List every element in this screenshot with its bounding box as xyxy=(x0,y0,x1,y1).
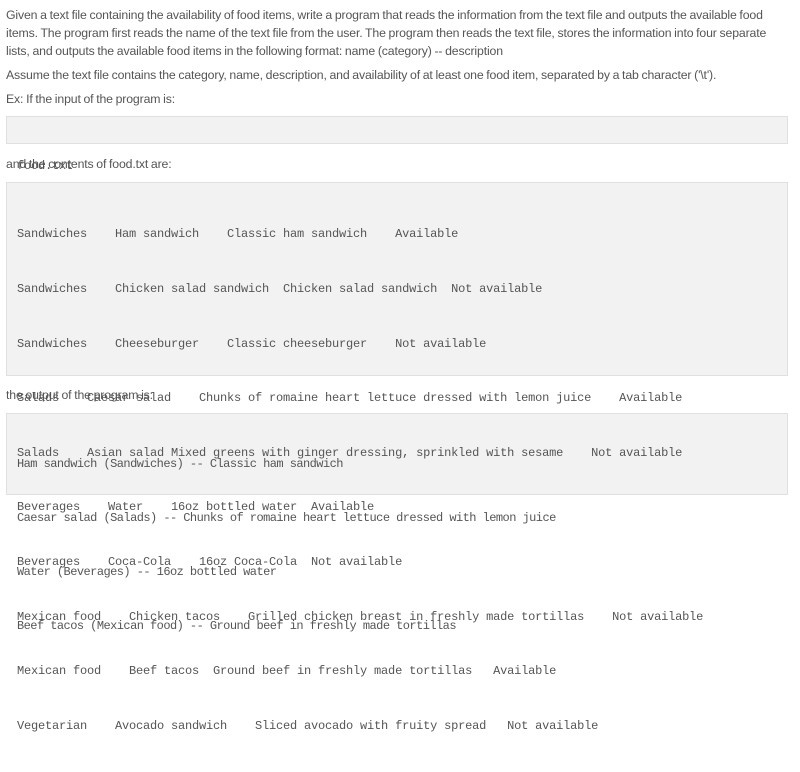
file-line: Mexican food Beef tacos Ground beef in f… xyxy=(17,664,557,679)
file-line: Vegetarian Avocado sandwich Sliced avoca… xyxy=(17,718,599,733)
problem-statement: Given a text file containing the availab… xyxy=(0,0,800,733)
file-contents-intro: and the contents of food.txt are: xyxy=(6,157,172,171)
file-contents-block: Sandwiches Ham sandwich Classic ham sand… xyxy=(6,182,788,733)
intro-paragraph: Given a text file containing the availab… xyxy=(6,8,767,58)
file-line: Sandwiches Ham sandwich Classic ham sand… xyxy=(17,227,459,242)
assumption-paragraph: Assume the text file contains the catego… xyxy=(6,68,717,82)
file-line: Sandwiches Cheeseburger Classic cheesebu… xyxy=(17,336,487,351)
example-input-block: food.txt xyxy=(6,116,788,173)
file-line: Sandwiches Chicken salad sandwich Chicke… xyxy=(17,282,543,297)
output-line: Caesar salad (Salads) -- Chunks of romai… xyxy=(17,511,556,525)
example-intro: Ex: If the input of the program is: xyxy=(6,92,175,106)
